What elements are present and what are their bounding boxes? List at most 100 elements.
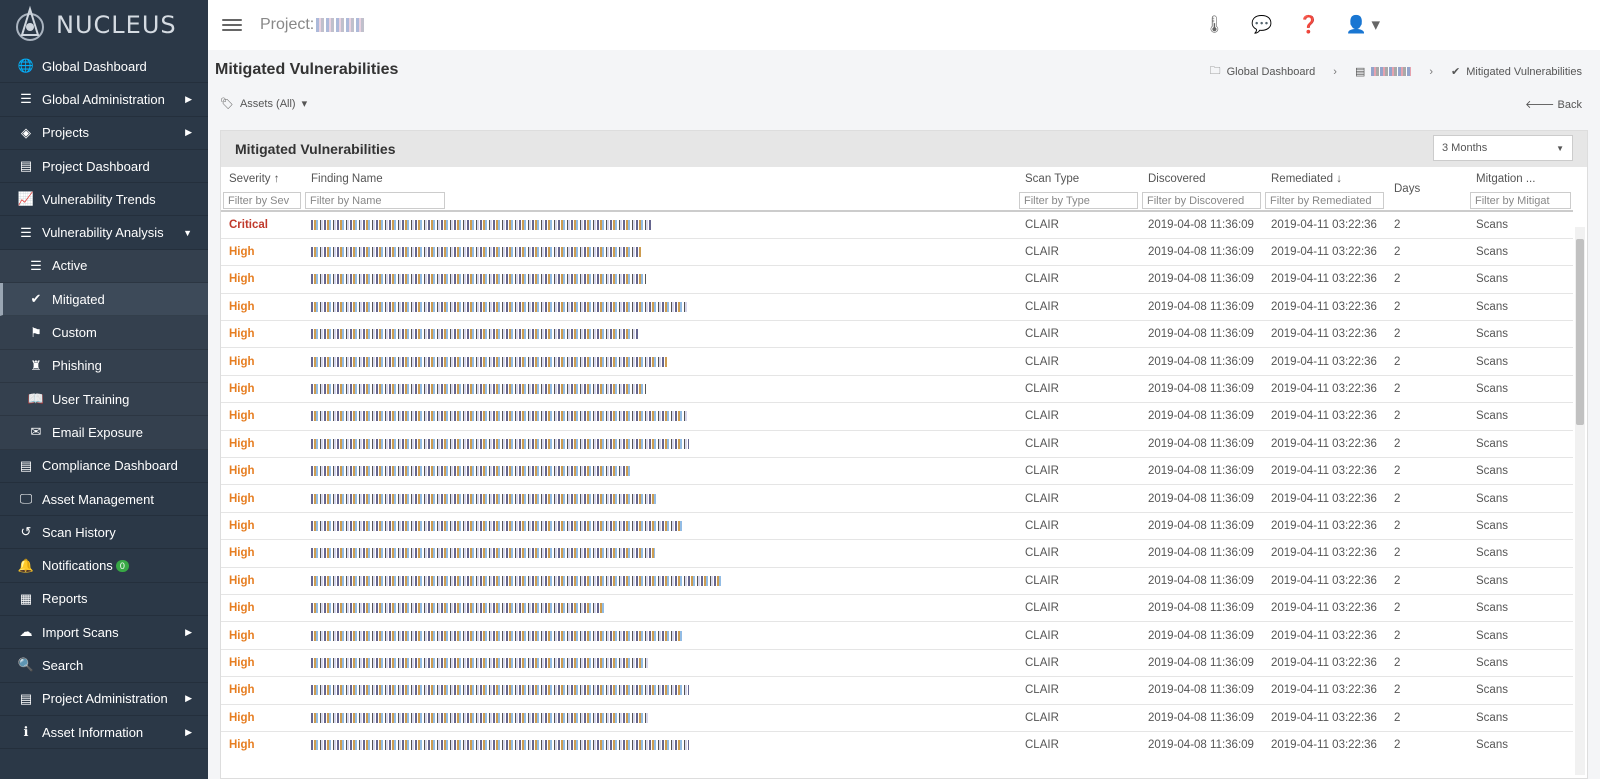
grid-icon: ▦ (19, 590, 33, 606)
table-row[interactable]: High CLAIR 2019-04-08 11:36:09 2019-04-11 0… (221, 320, 1573, 348)
sidebar-item-asset-management[interactable]: 🖵 Asset Management (0, 483, 208, 517)
sidebar-item-email-exposure[interactable]: ✉ Email Exposure (0, 416, 208, 450)
col-remediated[interactable]: Remediated ↓ (1263, 167, 1386, 191)
table-row[interactable]: High CLAIR 2019-04-08 11:36:09 2019-04-11 0… (221, 621, 1573, 649)
sidebar-item-notifications[interactable]: 🔔 Notifications 0 (0, 549, 208, 583)
sidebar-item-asset-information[interactable]: ℹ Asset Information ▶ (0, 716, 208, 750)
assets-filter-dropdown[interactable]: 🏷 Assets (All) ▾ (220, 97, 307, 111)
sidebar-item-active[interactable]: ☰ Active (0, 249, 208, 284)
scan-type-cell: CLAIR (1025, 519, 1059, 532)
filter-mitigation-input[interactable] (1470, 192, 1571, 209)
table-row[interactable]: High CLAIR 2019-04-08 11:36:09 2019-04-11 0… (221, 293, 1573, 320)
sidebar-item-import-scans[interactable]: ☁ Import Scans ▶ (0, 616, 208, 650)
sidebar-item-label: Search (42, 657, 84, 673)
table-row[interactable]: High CLAIR 2019-04-08 11:36:09 2019-04-11 0… (221, 704, 1573, 731)
sidebar-item-compliance-dashboard[interactable]: ▤ Compliance Dashboard (0, 450, 208, 483)
finding-name-cell (303, 348, 1017, 375)
severity-cell: Critical (229, 218, 268, 231)
table-row[interactable]: High CLAIR 2019-04-08 11:36:09 2019-04-11 0… (221, 457, 1573, 485)
scan-type-cell: CLAIR (1025, 437, 1059, 450)
sidebar-item-projects[interactable]: ◈ Projects ▶ (0, 117, 208, 150)
sidebar-item-search[interactable]: 🔍 Search (0, 649, 208, 683)
sidebar-item-label: Custom (52, 325, 97, 341)
user-menu-icon[interactable]: 👤 ▾ (1346, 15, 1380, 35)
sidebar-item-vulnerability-trends[interactable]: 📈 Vulnerability Trends (0, 183, 208, 217)
thermometer-icon[interactable]: 🌡 (1204, 15, 1226, 35)
days-cell: 2 (1394, 300, 1401, 313)
back-button[interactable]: 🡐 Back (1525, 97, 1582, 111)
breadcrumb-project-redacted[interactable] (1371, 67, 1412, 76)
col-finding-name[interactable]: Finding Name (303, 167, 1017, 191)
finding-name-cell (303, 430, 1017, 457)
table-row[interactable]: High CLAIR 2019-04-08 11:36:09 2019-04-11 0… (221, 402, 1573, 430)
severity-cell: High (229, 739, 255, 752)
sidebar-item-user-training[interactable]: 📖 User Training (0, 382, 208, 417)
discovered-cell: 2019-04-08 11:36:09 (1148, 300, 1254, 313)
mitigation-cell: Scans (1476, 574, 1508, 587)
comments-icon[interactable]: 💬 (1251, 15, 1272, 35)
filter-name-input[interactable] (305, 192, 445, 209)
finding-name-cell (303, 649, 1017, 676)
breadcrumb-separator: › (1333, 65, 1337, 78)
discovered-cell: 2019-04-08 11:36:09 (1148, 218, 1254, 231)
scrollbar-thumb[interactable] (1576, 239, 1584, 425)
table-row[interactable]: High CLAIR 2019-04-08 11:36:09 2019-04-11 0… (221, 430, 1573, 457)
col-days[interactable]: Days (1386, 167, 1468, 211)
scan-type-cell: CLAIR (1025, 246, 1059, 259)
sidebar-item-phishing[interactable]: ♜ Phishing (0, 349, 208, 383)
sidebar-item-mitigated[interactable]: ✔ Mitigated (0, 283, 208, 317)
table-scrollbar[interactable] (1575, 227, 1585, 775)
severity-cell: High (229, 465, 255, 478)
table-body: Critical CLAIR 2019-04-08 11:36:09 2019-04-… (221, 211, 1573, 759)
filter-severity-input[interactable] (223, 192, 301, 209)
finding-name-cell (303, 266, 1017, 293)
table-row[interactable]: High CLAIR 2019-04-08 11:36:09 2019-04-11 0… (221, 676, 1573, 704)
table-row[interactable]: High CLAIR 2019-04-08 11:36:09 2019-04-11 0… (221, 731, 1573, 758)
sidebar-item-vulnerability-analysis[interactable]: ☰ Vulnerability Analysis ▼ (0, 216, 208, 250)
table-row[interactable]: High CLAIR 2019-04-08 11:36:09 2019-04-11 0… (221, 265, 1573, 293)
sidebar-item-scan-history[interactable]: ↺ Scan History (0, 516, 208, 550)
table-row[interactable]: High CLAIR 2019-04-08 11:36:09 2019-04-11 0… (221, 539, 1573, 567)
days-cell: 2 (1394, 328, 1401, 341)
table-row[interactable]: High CLAIR 2019-04-08 11:36:09 2019-04-11 0… (221, 484, 1573, 512)
table-row[interactable]: High CLAIR 2019-04-08 11:36:09 2019-04-11 0… (221, 238, 1573, 265)
table-row[interactable]: Critical CLAIR 2019-04-08 11:36:09 2019-04-… (221, 211, 1573, 238)
time-range-value: 3 Months (1442, 142, 1488, 154)
sidebar-item-global-dashboard[interactable]: 🌐 Global Dashboard (0, 50, 208, 84)
finding-name-redacted (311, 466, 631, 477)
table-row[interactable]: High CLAIR 2019-04-08 11:36:09 2019-04-11 0… (221, 347, 1573, 375)
severity-cell: High (229, 684, 255, 697)
col-severity[interactable]: Severity ↑ (221, 167, 303, 191)
breadcrumb-home[interactable]: Global Dashboard (1227, 66, 1316, 78)
sidebar-item-custom[interactable]: ⚑ Custom (0, 316, 208, 350)
filter-type-input[interactable] (1019, 192, 1138, 209)
logo[interactable]: NUCLEUS (0, 0, 208, 50)
table-row[interactable]: High CLAIR 2019-04-08 11:36:09 2019-04-11 0… (221, 567, 1573, 594)
time-range-select[interactable]: 3 Months ▼ (1433, 135, 1573, 161)
scan-type-cell: CLAIR (1025, 574, 1059, 587)
menu-toggle-icon[interactable] (222, 19, 242, 31)
mitigated-panel: Mitigated Vulnerabilities 3 Months ▼ Sev… (220, 130, 1588, 779)
sidebar-item-global-administration[interactable]: ☰ Global Administration ▶ (0, 83, 208, 117)
mitigation-cell: Scans (1476, 739, 1508, 752)
help-icon[interactable]: ❓ (1298, 15, 1319, 35)
sidebar-item-label: Active (52, 258, 88, 274)
mitigation-cell: Scans (1476, 492, 1508, 505)
table-row[interactable]: High CLAIR 2019-04-08 11:36:09 2019-04-11 0… (221, 512, 1573, 539)
table-row[interactable]: High CLAIR 2019-04-08 11:36:09 2019-04-11 0… (221, 594, 1573, 621)
sidebar-item-reports[interactable]: ▦ Reports (0, 583, 208, 617)
filter-remediated-input[interactable] (1265, 192, 1384, 209)
col-scan-type[interactable]: Scan Type (1017, 167, 1140, 191)
finding-name-cell (303, 594, 1017, 621)
sidebar-item-project-dashboard[interactable]: ▤ Project Dashboard (0, 150, 208, 184)
mitigation-cell: Scans (1476, 273, 1508, 286)
sidebar-item-project-administration[interactable]: ▤ Project Administration ▶ (0, 683, 208, 716)
table-row[interactable]: High CLAIR 2019-04-08 11:36:09 2019-04-11 0… (221, 649, 1573, 676)
finding-name-cell (303, 704, 1017, 731)
filter-discovered-input[interactable] (1142, 192, 1261, 209)
topbar: Project: 🌡 💬 ❓ 👤 ▾ (208, 0, 1600, 50)
col-discovered[interactable]: Discovered (1140, 167, 1263, 191)
col-mitigation[interactable]: Mitgation ... (1468, 167, 1573, 191)
table-row[interactable]: High CLAIR 2019-04-08 11:36:09 2019-04-11 0… (221, 375, 1573, 402)
discovered-cell: 2019-04-08 11:36:09 (1148, 328, 1254, 341)
